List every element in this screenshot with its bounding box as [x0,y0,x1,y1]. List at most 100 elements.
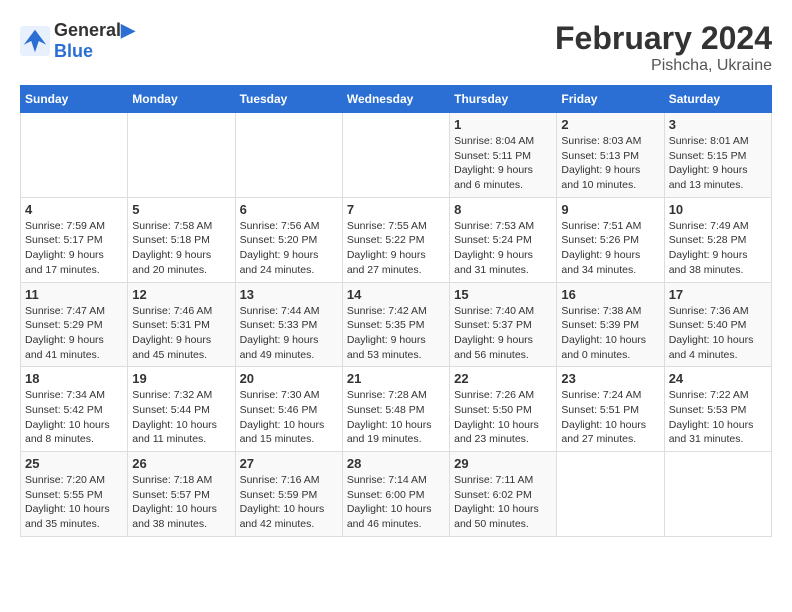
calendar-cell [128,113,235,198]
page-header: General▶ Blue February 2024 Pishcha, Ukr… [20,20,772,75]
day-info: Sunrise: 7:58 AM Sunset: 5:18 PM Dayligh… [132,219,230,278]
calendar-cell: 2 Sunrise: 8:03 AM Sunset: 5:13 PM Daylig… [557,113,664,198]
calendar-cell: 14 Sunrise: 7:42 AM Sunset: 5:35 PM Dayli… [342,282,449,367]
calendar-cell: 12 Sunrise: 7:46 AM Sunset: 5:31 PM Dayli… [128,282,235,367]
day-info: Sunrise: 7:28 AM Sunset: 5:48 PM Dayligh… [347,388,445,447]
calendar-cell [342,113,449,198]
calendar-cell: 22Sunrise: 7:26 AM Sunset: 5:50 PM Dayli… [450,367,557,452]
title-block: February 2024 Pishcha, Ukraine [555,20,772,75]
subtitle: Pishcha, Ukraine [555,57,772,75]
day-info: Sunrise: 7:22 AM Sunset: 5:53 PM Dayligh… [669,388,767,447]
calendar-cell: 26Sunrise: 7:18 AM Sunset: 5:57 PM Dayli… [128,452,235,537]
day-number: 18 [25,371,123,386]
week-row-3: 11 Sunrise: 7:47 AM Sunset: 5:29 PM Dayli… [21,282,772,367]
calendar-cell: 18 Sunrise: 7:34 AM Sunset: 5:42 PM Dayli… [21,367,128,452]
column-header-sunday: Sunday [21,86,128,113]
day-number: 23 [561,371,659,386]
day-number: 4 [25,202,123,217]
day-info: Sunrise: 7:14 AM Sunset: 6:00 PM Dayligh… [347,473,445,532]
day-info: Sunrise: 7:56 AM Sunset: 5:20 PM Dayligh… [240,219,338,278]
calendar-cell: 9 Sunrise: 7:51 AM Sunset: 5:26 PM Daylig… [557,197,664,282]
day-info: Sunrise: 7:38 AM Sunset: 5:39 PM Dayligh… [561,304,659,363]
day-number: 12 [132,287,230,302]
day-info: Sunrise: 7:59 AM Sunset: 5:17 PM Dayligh… [25,219,123,278]
day-number: 25 [25,456,123,471]
calendar-cell: 27 Sunrise: 7:16 AM Sunset: 5:59 PM Dayli… [235,452,342,537]
week-row-5: 25 Sunrise: 7:20 AM Sunset: 5:55 PM Dayli… [21,452,772,537]
day-number: 6 [240,202,338,217]
day-info: Sunrise: 7:51 AM Sunset: 5:26 PM Dayligh… [561,219,659,278]
column-header-friday: Friday [557,86,664,113]
day-info: Sunrise: 7:55 AM Sunset: 5:22 PM Dayligh… [347,219,445,278]
calendar-cell: 16 Sunrise: 7:38 AM Sunset: 5:39 PM Dayli… [557,282,664,367]
day-number: 7 [347,202,445,217]
week-row-4: 18 Sunrise: 7:34 AM Sunset: 5:42 PM Dayli… [21,367,772,452]
day-number: 27 [240,456,338,471]
day-number: 28 [347,456,445,471]
day-info: Sunrise: 7:11 AM Sunset: 6:02 PM Dayligh… [454,473,552,532]
day-info: Sunrise: 7:32 AM Sunset: 5:44 PM Dayligh… [132,388,230,447]
calendar-cell: 1Sunrise: 8:04 AM Sunset: 5:11 PM Daylig… [450,113,557,198]
calendar-cell [664,452,771,537]
calendar-cell: 19 Sunrise: 7:32 AM Sunset: 5:44 PM Dayli… [128,367,235,452]
day-info: Sunrise: 7:47 AM Sunset: 5:29 PM Dayligh… [25,304,123,363]
calendar-cell: 28 Sunrise: 7:14 AM Sunset: 6:00 PM Dayli… [342,452,449,537]
calendar-cell: 4 Sunrise: 7:59 AM Sunset: 5:17 PM Daylig… [21,197,128,282]
calendar-table: SundayMondayTuesdayWednesdayThursdayFrid… [20,85,772,537]
day-number: 15 [454,287,552,302]
day-number: 10 [669,202,767,217]
calendar-cell: 20Sunrise: 7:30 AM Sunset: 5:46 PM Dayli… [235,367,342,452]
column-header-monday: Monday [128,86,235,113]
day-info: Sunrise: 8:04 AM Sunset: 5:11 PM Dayligh… [454,134,552,193]
calendar-cell: 3 Sunrise: 8:01 AM Sunset: 5:15 PM Daylig… [664,113,771,198]
day-info: Sunrise: 7:36 AM Sunset: 5:40 PM Dayligh… [669,304,767,363]
calendar-cell: 17 Sunrise: 7:36 AM Sunset: 5:40 PM Dayli… [664,282,771,367]
calendar-cell: 6 Sunrise: 7:56 AM Sunset: 5:20 PM Daylig… [235,197,342,282]
day-number: 19 [132,371,230,386]
week-row-1: 1Sunrise: 8:04 AM Sunset: 5:11 PM Daylig… [21,113,772,198]
calendar-cell: 11 Sunrise: 7:47 AM Sunset: 5:29 PM Dayli… [21,282,128,367]
day-number: 9 [561,202,659,217]
day-number: 11 [25,287,123,302]
day-number: 17 [669,287,767,302]
day-info: Sunrise: 7:34 AM Sunset: 5:42 PM Dayligh… [25,388,123,447]
day-number: 16 [561,287,659,302]
calendar-cell: 21 Sunrise: 7:28 AM Sunset: 5:48 PM Dayli… [342,367,449,452]
day-number: 14 [347,287,445,302]
column-header-saturday: Saturday [664,86,771,113]
day-number: 3 [669,117,767,132]
day-info: Sunrise: 7:24 AM Sunset: 5:51 PM Dayligh… [561,388,659,447]
day-info: Sunrise: 8:03 AM Sunset: 5:13 PM Dayligh… [561,134,659,193]
calendar-cell: 13 Sunrise: 7:44 AM Sunset: 5:33 PM Dayli… [235,282,342,367]
day-info: Sunrise: 7:42 AM Sunset: 5:35 PM Dayligh… [347,304,445,363]
day-info: Sunrise: 7:16 AM Sunset: 5:59 PM Dayligh… [240,473,338,532]
day-number: 22 [454,371,552,386]
calendar-cell [235,113,342,198]
column-header-tuesday: Tuesday [235,86,342,113]
header-row: SundayMondayTuesdayWednesdayThursdayFrid… [21,86,772,113]
day-number: 20 [240,371,338,386]
day-info: Sunrise: 7:20 AM Sunset: 5:55 PM Dayligh… [25,473,123,532]
calendar-cell: 7 Sunrise: 7:55 AM Sunset: 5:22 PM Daylig… [342,197,449,282]
day-info: Sunrise: 7:46 AM Sunset: 5:31 PM Dayligh… [132,304,230,363]
week-row-2: 4 Sunrise: 7:59 AM Sunset: 5:17 PM Daylig… [21,197,772,282]
logo: General▶ Blue [20,20,135,62]
day-number: 8 [454,202,552,217]
calendar-header: SundayMondayTuesdayWednesdayThursdayFrid… [21,86,772,113]
day-info: Sunrise: 7:44 AM Sunset: 5:33 PM Dayligh… [240,304,338,363]
day-number: 13 [240,287,338,302]
day-info: Sunrise: 7:40 AM Sunset: 5:37 PM Dayligh… [454,304,552,363]
day-number: 29 [454,456,552,471]
column-header-wednesday: Wednesday [342,86,449,113]
day-number: 5 [132,202,230,217]
day-info: Sunrise: 8:01 AM Sunset: 5:15 PM Dayligh… [669,134,767,193]
calendar-cell: 10Sunrise: 7:49 AM Sunset: 5:28 PM Dayli… [664,197,771,282]
day-number: 2 [561,117,659,132]
calendar-cell: 29 Sunrise: 7:11 AM Sunset: 6:02 PM Dayli… [450,452,557,537]
logo-text: General▶ Blue [54,20,135,62]
main-title: February 2024 [555,20,772,57]
day-info: Sunrise: 7:53 AM Sunset: 5:24 PM Dayligh… [454,219,552,278]
calendar-cell: 23 Sunrise: 7:24 AM Sunset: 5:51 PM Dayli… [557,367,664,452]
calendar-cell: 15 Sunrise: 7:40 AM Sunset: 5:37 PM Dayli… [450,282,557,367]
day-number: 21 [347,371,445,386]
